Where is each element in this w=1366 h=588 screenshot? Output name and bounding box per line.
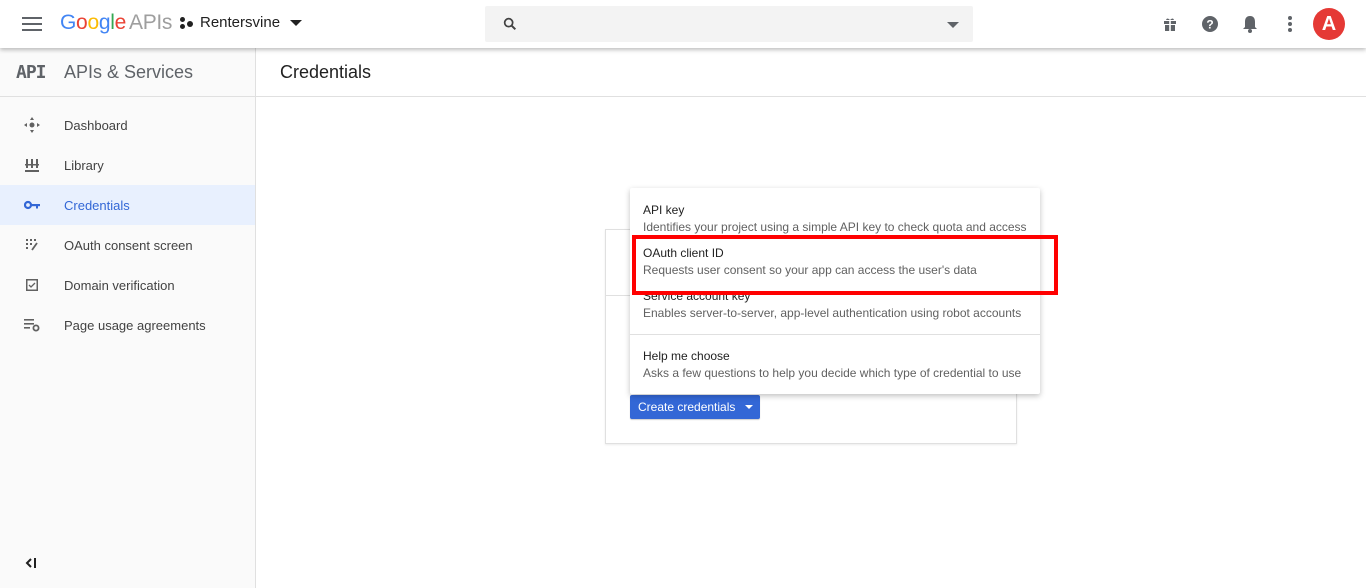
sidebar: API APIs & Services Dashboard Library Cr… <box>0 48 256 588</box>
menu-item-help-me-choose[interactable]: Help me choose Asks a few questions to h… <box>630 348 1040 381</box>
logo-letter: o <box>76 11 88 34</box>
page-title: Credentials <box>280 62 372 82</box>
menu-item-title: API key <box>643 203 685 217</box>
create-credentials-label: Create credentials <box>638 400 736 414</box>
avatar-letter: A <box>1321 12 1337 35</box>
sidebar-item-dashboard[interactable]: Dashboard <box>0 105 255 145</box>
menu-item-title: OAuth client ID <box>643 246 724 260</box>
sidebar-item-label: OAuth consent screen <box>64 237 193 253</box>
menu-item-description: Enables server-to-server, app-level auth… <box>643 306 1022 320</box>
menu-item-description: Requests user consent so your app can ac… <box>643 263 977 277</box>
menu-icon[interactable] <box>22 17 42 31</box>
menu-item-title: Service account key <box>643 289 751 303</box>
library-icon <box>23 156 41 174</box>
menu-item-description: Identifies your project using a simple A… <box>643 220 1027 234</box>
key-icon <box>23 196 41 214</box>
google-apis-logo[interactable]: Google APIs <box>60 11 172 35</box>
menu-item-service-account-key[interactable]: Service account key Enables server-to-se… <box>630 288 1040 321</box>
checkbox-icon <box>23 276 41 294</box>
notifications-icon[interactable] <box>1240 14 1260 34</box>
sidebar-item-label: Page usage agreements <box>64 317 206 333</box>
sidebar-title: APIs & Services <box>64 61 194 82</box>
avatar[interactable]: A <box>1313 8 1345 40</box>
sidebar-item-library[interactable]: Library <box>0 145 255 185</box>
help-icon[interactable]: ? <box>1200 14 1220 34</box>
sidebar-nav: Dashboard Library Credentials OAuth cons… <box>0 97 255 345</box>
sidebar-item-label: Domain verification <box>64 277 175 293</box>
search-dropdown-icon[interactable] <box>947 22 959 28</box>
chevron-down-icon <box>290 19 303 26</box>
sidebar-header: API APIs & Services <box>0 48 255 97</box>
svg-text:?: ? <box>1206 18 1213 32</box>
create-credentials-button[interactable]: Create credentials <box>630 395 760 419</box>
sidebar-item-credentials[interactable]: Credentials <box>0 185 255 225</box>
menu-item-description: Asks a few questions to help you decide … <box>643 366 1022 380</box>
search-input[interactable] <box>485 6 973 42</box>
project-icon <box>180 16 194 30</box>
sidebar-item-label: Library <box>64 157 104 173</box>
search-icon <box>503 17 517 31</box>
menu-item-oauth-client-id[interactable]: OAuth client ID Requests user consent so… <box>630 245 1040 278</box>
api-logo-icon: API <box>16 61 47 83</box>
menu-item-api-key[interactable]: API key Identifies your project using a … <box>630 202 1040 235</box>
main-header: Credentials <box>256 48 1366 97</box>
collapse-icon[interactable] <box>24 556 40 570</box>
sidebar-item-domain-verification[interactable]: Domain verification <box>0 265 255 305</box>
dashboard-icon <box>23 116 41 134</box>
sidebar-item-label: Credentials <box>64 197 130 213</box>
settings-list-icon <box>23 316 41 334</box>
logo-letter: o <box>87 11 99 34</box>
chevron-down-icon <box>745 405 754 409</box>
create-credentials-menu: API key Identifies your project using a … <box>630 188 1040 394</box>
logo-letter: g <box>98 11 111 34</box>
top-bar: Google APIs Rentersvine ? A <box>0 0 1366 48</box>
project-selector[interactable]: Rentersvine <box>180 14 303 31</box>
sidebar-item-oauth-consent-screen[interactable]: OAuth consent screen <box>0 225 255 265</box>
logo-letter: e <box>114 11 127 34</box>
project-name: Rentersvine <box>200 14 281 31</box>
consent-icon <box>23 236 41 254</box>
logo-letter: G <box>60 11 77 34</box>
menu-divider <box>630 334 1040 335</box>
gift-icon[interactable] <box>1160 14 1180 34</box>
menu-item-title: Help me choose <box>643 349 730 363</box>
sidebar-item-page-usage-agreements[interactable]: Page usage agreements <box>0 305 255 345</box>
logo-apis-text: APIs <box>128 11 173 34</box>
more-vert-icon[interactable] <box>1280 14 1300 34</box>
sidebar-item-label: Dashboard <box>64 117 128 133</box>
